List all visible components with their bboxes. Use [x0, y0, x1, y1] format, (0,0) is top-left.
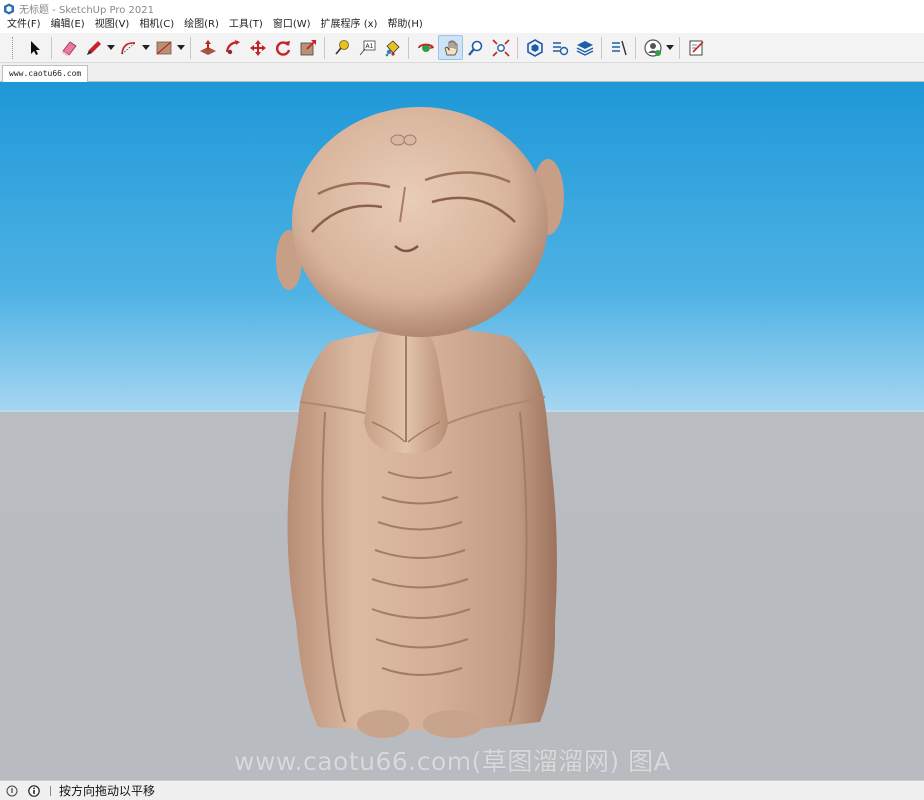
arc-tool-button[interactable] — [116, 35, 141, 60]
zoom-tool-button[interactable] — [463, 35, 488, 60]
menu-edit[interactable]: 编辑(E) — [46, 17, 90, 33]
toolbar-separator — [408, 36, 409, 59]
move-tool-button[interactable] — [245, 35, 270, 60]
watermark-text: www.caotu66.com(草图溜溜网) 图A — [234, 747, 672, 776]
tape-measure-tool-button[interactable] — [329, 35, 354, 60]
profile-dropdown-arrow[interactable] — [665, 35, 675, 60]
follow-me-tool-button[interactable] — [220, 35, 245, 60]
layout-icon — [576, 40, 593, 56]
toolbar-grip[interactable] — [12, 36, 16, 59]
scale-tool-button[interactable] — [295, 35, 320, 60]
chevron-down-icon — [666, 44, 674, 50]
title-bar: 无标题 - SketchUp Pro 2021 — [0, 0, 924, 17]
layout-button[interactable] — [572, 35, 597, 60]
3d-warehouse-button[interactable] — [522, 35, 547, 60]
menu-camera[interactable]: 相机(C) — [134, 17, 179, 33]
window-title: 无标题 - SketchUp Pro 2021 — [19, 5, 154, 16]
menu-help[interactable]: 帮助(H) — [382, 17, 427, 33]
orbit-icon — [417, 43, 434, 52]
info-icon[interactable] — [28, 784, 40, 797]
menu-file[interactable]: 文件(F) — [2, 17, 46, 33]
main-toolbar: A1 — [0, 33, 924, 63]
pencil-tool-button[interactable] — [81, 35, 106, 60]
select-tool-button[interactable] — [22, 35, 47, 60]
chevron-down-icon — [107, 44, 115, 50]
eraser-tool-button[interactable] — [56, 35, 81, 60]
scene-tab-bar: www.caotu66.com — [0, 63, 924, 82]
toolbar-separator — [679, 36, 680, 59]
toolbar-separator — [635, 36, 636, 59]
menu-draw[interactable]: 绘图(R) — [179, 17, 224, 33]
arc-icon — [120, 41, 135, 54]
toolbar-separator — [51, 36, 52, 59]
follow-me-icon — [225, 39, 240, 54]
pencil-icon — [86, 40, 101, 55]
paint-bucket-icon — [385, 39, 400, 56]
style-builder-icon — [611, 40, 627, 55]
profile-button[interactable] — [640, 35, 665, 60]
rotate-icon — [275, 40, 290, 56]
status-divider — [50, 785, 51, 796]
paint-bucket-tool-button[interactable] — [379, 35, 404, 60]
eraser-icon — [61, 40, 77, 56]
menu-tools[interactable]: 工具(T) — [224, 17, 268, 33]
toolbar-separator — [601, 36, 602, 59]
pan-tool-button[interactable] — [438, 35, 463, 60]
rectangle-tool-button[interactable] — [151, 35, 176, 60]
chevron-down-icon — [177, 44, 185, 50]
rectangle-icon — [156, 41, 171, 54]
orbit-tool-button[interactable] — [413, 35, 438, 60]
text-icon: A1 — [359, 40, 375, 55]
arc-dropdown-arrow[interactable] — [141, 35, 151, 60]
menu-view[interactable]: 视图(V) — [90, 17, 135, 33]
send-to-layout-button[interactable] — [684, 35, 709, 60]
shapes-dropdown-arrow[interactable] — [176, 35, 186, 60]
select-icon — [30, 40, 40, 55]
warehouse-icon — [526, 38, 543, 57]
scene-tab[interactable]: www.caotu66.com — [2, 65, 89, 82]
pan-icon — [444, 40, 457, 55]
style-builder-button[interactable] — [606, 35, 631, 60]
pencil-dropdown-arrow[interactable] — [106, 35, 116, 60]
move-icon — [249, 39, 266, 56]
drawing-viewport[interactable]: www.caotu66.com(草图溜溜网) 图A — [0, 82, 924, 780]
menu-extensions[interactable]: 扩展程序 (x) — [316, 17, 383, 33]
profile-icon — [643, 38, 662, 57]
text-tool-button[interactable]: A1 — [354, 35, 379, 60]
sketchup-logo-icon — [4, 3, 14, 14]
rotate-tool-button[interactable] — [270, 35, 295, 60]
push-pull-icon — [199, 39, 216, 55]
statue-model — [276, 107, 564, 738]
toolbar-separator — [324, 36, 325, 59]
send-to-layout-icon — [689, 40, 704, 55]
info-icon — [28, 784, 40, 797]
chevron-down-icon — [142, 44, 150, 50]
toolbar-separator — [190, 36, 191, 59]
geo-location-icon[interactable] — [6, 785, 18, 797]
push-pull-tool-button[interactable] — [195, 35, 220, 60]
zoom-extents-tool-button[interactable] — [488, 35, 513, 60]
menu-window[interactable]: 窗口(W) — [268, 17, 316, 33]
scale-icon — [300, 39, 316, 55]
tape-measure-icon — [334, 39, 349, 55]
geo-location-icon — [6, 785, 18, 796]
zoom-extents-icon — [491, 38, 510, 57]
status-message: 按方向拖动以平移 — [59, 784, 156, 798]
extension-warehouse-icon — [552, 41, 568, 55]
status-bar: 按方向拖动以平移 — [0, 780, 924, 800]
menu-bar: 文件(F) 编辑(E) 视图(V) 相机(C) 绘图(R) 工具(T) 窗口(W… — [0, 17, 924, 33]
extension-warehouse-button[interactable] — [547, 35, 572, 60]
svg-text:A1: A1 — [365, 43, 373, 50]
toolbar-separator — [517, 36, 518, 59]
zoom-icon — [467, 40, 482, 56]
